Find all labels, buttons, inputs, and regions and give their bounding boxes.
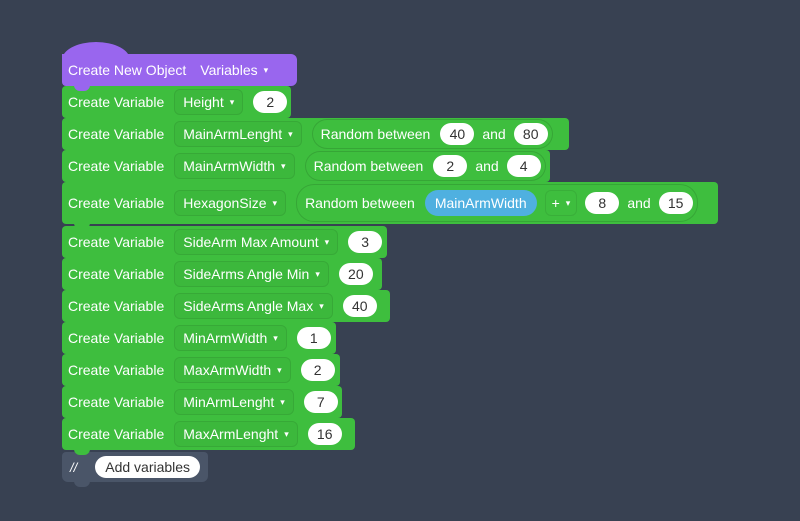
dropdown-value: MainArmLenght [183,126,283,142]
block-label: Create Variable [68,195,165,211]
reporter-label: Random between [313,158,424,174]
block-label: Create Variable [68,394,165,410]
dropdown-value: HexagonSize [183,195,267,211]
chevron-down-icon: ▾ [229,96,235,107]
block-label: Create Variable [68,94,165,110]
variable-dropdown[interactable]: HexagonSize ▾ [174,190,287,216]
chevron-down-icon: ▾ [324,236,330,247]
chevron-down-icon: ▾ [280,396,285,407]
chevron-down-icon: ▾ [281,160,286,171]
create-variable-block[interactable]: Create Variable MinArmLenght ▾ 7 [62,386,342,423]
dropdown-value: SideArms Angle Max [183,298,314,314]
variable-dropdown[interactable]: MinArmLenght ▾ [174,389,294,415]
value-input[interactable]: 2 [300,359,335,381]
reporter-label: Random between [305,195,415,211]
max-value-input[interactable]: 15 [658,192,693,214]
dropdown-value: MainArmWidth [183,158,276,174]
variable-dropdown[interactable]: MaxArmWidth ▾ [174,357,291,383]
min-value-input[interactable]: 2 [433,155,468,177]
block-label: Create New Object [68,62,187,78]
create-new-object-block[interactable]: Create New Object Variables ▾ [62,54,297,91]
create-variable-block[interactable]: Create Variable MaxArmWidth ▾ 2 [62,354,340,391]
variable-dropdown[interactable]: MinArmWidth ▾ [174,325,287,351]
create-variable-block[interactable]: Create Variable MainArmLenght ▾ Random be… [62,118,569,155]
min-value-input[interactable]: 40 [440,123,475,145]
value-input[interactable]: 7 [303,391,338,413]
create-variable-block[interactable]: Create Variable SideArm Max Amount ▾ 3 [62,226,387,263]
dropdown-value: SideArm Max Amount [183,234,319,250]
create-variable-block[interactable]: Create Variable SideArms Angle Max ▾ 40 [62,290,390,327]
random-between-reporter[interactable]: Random between 2 and 4 [304,151,546,181]
value-input[interactable]: 1 [296,327,331,349]
comment-icon: // [70,459,78,475]
dropdown-value: SideArms Angle Min [183,266,310,282]
comment-block[interactable]: // Add variables [62,452,208,487]
value-input[interactable]: 40 [342,295,377,317]
and-label: and [475,158,499,174]
max-value-input[interactable]: 4 [506,155,541,177]
block-label: Create Variable [68,426,165,442]
block-label: Create Variable [68,330,165,346]
operator-value: + [551,195,560,211]
value-input[interactable]: 3 [348,231,383,253]
block-label: Create Variable [68,298,165,314]
block-label: Create Variable [68,158,165,174]
variable-dropdown[interactable]: MainArmLenght ▾ [174,121,302,147]
operator-dropdown[interactable]: + ▾ [544,190,578,216]
dropdown-value: MinArmLenght [183,394,275,410]
chevron-down-icon: ▾ [315,268,320,279]
and-label: and [627,195,651,211]
and-label: and [482,126,506,142]
reporter-label: Random between [320,126,431,142]
random-between-reporter[interactable]: Random between 40 and 80 [311,119,553,149]
chevron-down-icon: ▾ [273,332,278,343]
block-label: Create Variable [68,362,165,378]
create-variable-block[interactable]: Create Variable MaxArmLenght ▾ 16 [62,418,355,455]
value-input[interactable]: 2 [253,91,288,113]
variable-dropdown[interactable]: MainArmWidth ▾ [174,153,295,179]
dropdown-value: MaxArmWidth [183,362,272,378]
create-variable-block[interactable]: Create Variable MainArmWidth ▾ Random bet… [62,150,550,187]
create-variable-block[interactable]: Create Variable MinArmWidth ▾ 1 [62,322,336,359]
dropdown-value: Height [183,94,224,110]
value-input[interactable]: 16 [307,423,342,445]
block-notch [74,481,90,487]
chevron-down-icon: ▾ [272,197,278,208]
operand-input[interactable]: 8 [585,192,620,214]
dropdown-value: MinArmWidth [183,330,268,346]
block-label: Create Variable [68,126,165,142]
block-label: Create Variable [68,234,165,250]
dropdown-value: MaxArmLenght [183,426,279,442]
variable-reporter[interactable]: MainArmWidth [424,190,537,216]
create-variable-block[interactable]: Create Variable Height ▾ 2 [62,86,291,123]
chevron-down-icon: ▾ [277,364,282,375]
create-variable-block[interactable]: Create Variable SideArms Angle Min ▾ 20 [62,258,382,295]
chevron-down-icon: ▾ [284,428,289,439]
variable-dropdown[interactable]: MaxArmLenght ▾ [174,421,298,447]
dropdown-value: Variables [200,62,258,78]
comment-input[interactable]: Add variables [95,456,201,478]
variable-dropdown[interactable]: Height ▾ [174,89,244,115]
chevron-down-icon: ▾ [288,128,293,139]
chevron-down-icon: ▾ [565,197,571,208]
max-value-input[interactable]: 80 [513,123,548,145]
variable-dropdown[interactable]: SideArm Max Amount ▾ [174,229,339,255]
random-between-reporter[interactable]: Random between MainArmWidth + ▾ 8 and 15 [296,184,698,222]
object-type-dropdown[interactable]: Variables ▾ [196,58,272,82]
chevron-down-icon: ▾ [319,300,324,311]
variable-dropdown[interactable]: SideArms Angle Min ▾ [174,261,329,287]
value-input[interactable]: 20 [338,263,373,285]
create-variable-block[interactable]: Create Variable HexagonSize ▾ Random betw… [62,182,718,229]
variable-dropdown[interactable]: SideArms Angle Max ▾ [174,293,333,319]
chevron-down-icon: ▾ [263,64,269,75]
block-label: Create Variable [68,266,165,282]
